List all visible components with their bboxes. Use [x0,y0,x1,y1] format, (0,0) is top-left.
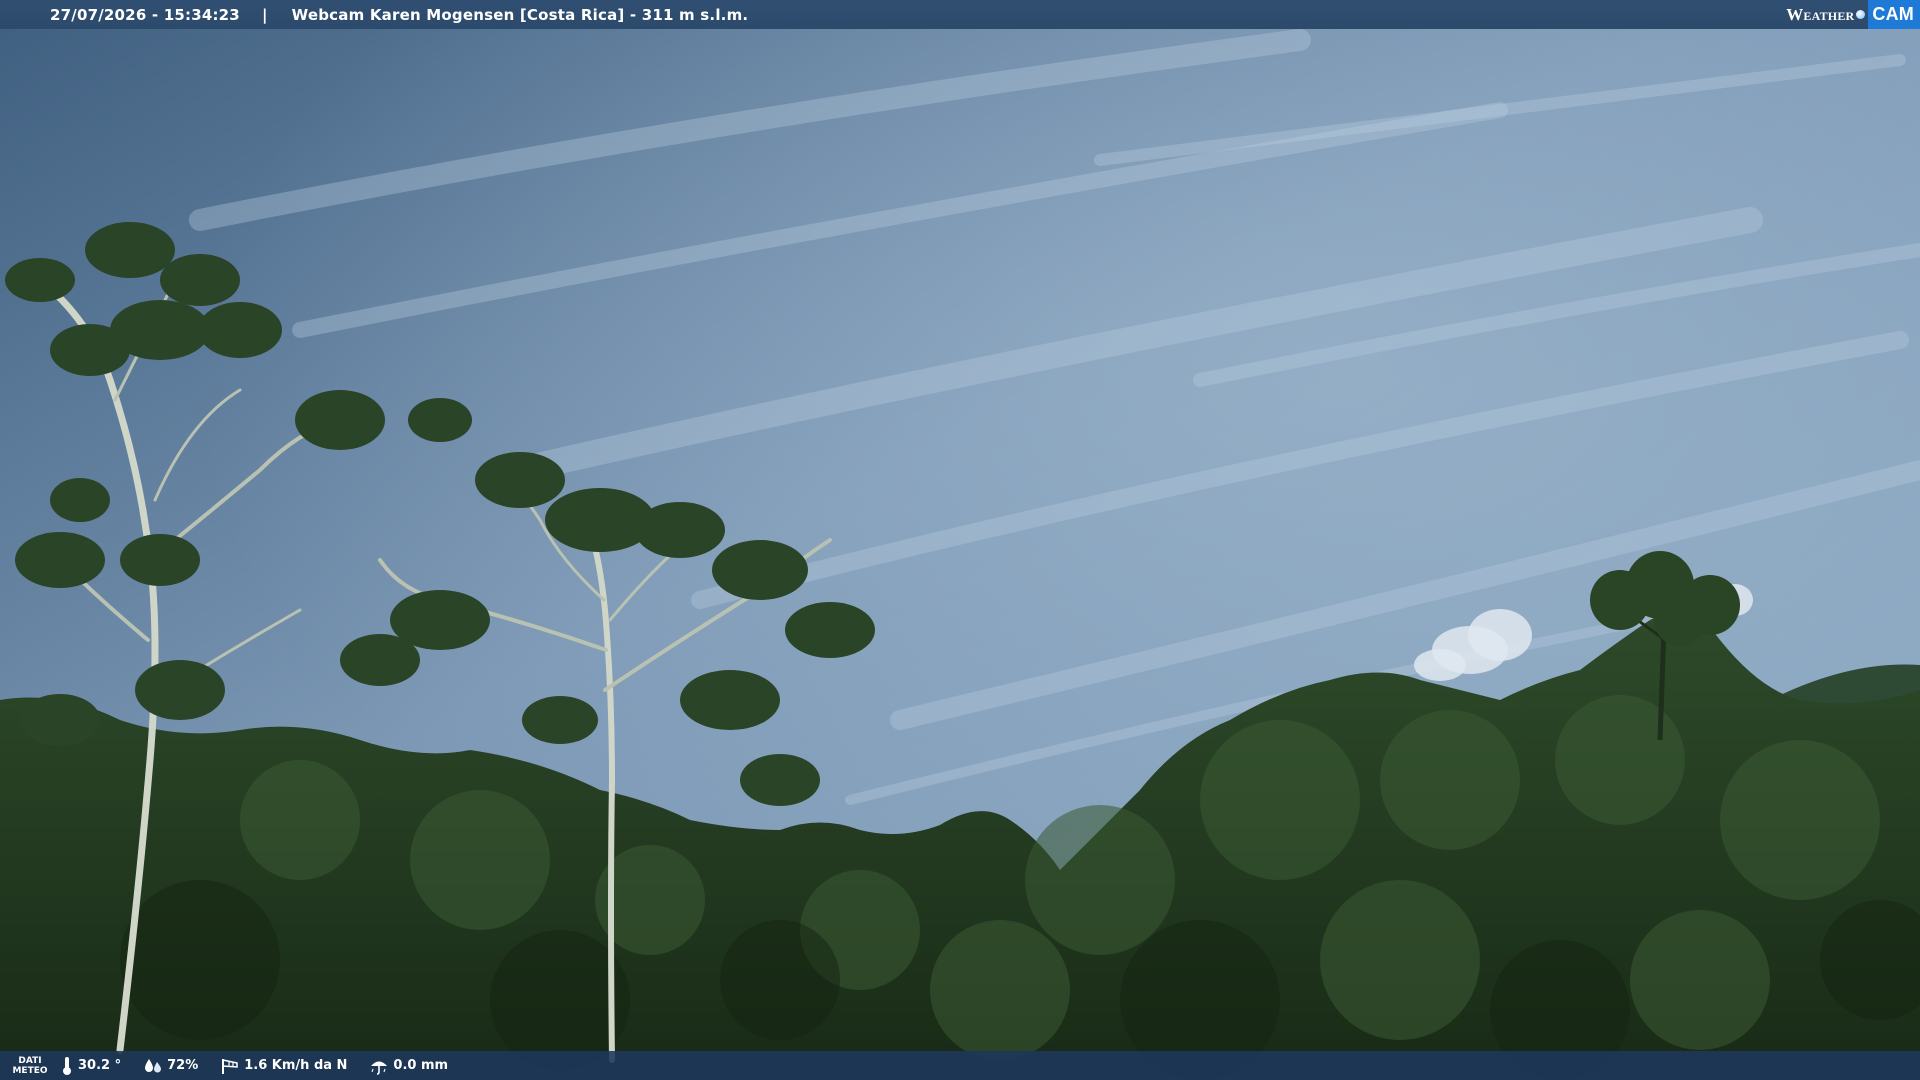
weather-data-label-line2: METEO [12,1065,48,1076]
header-bar: 27/07/2026 - 15:34:23 | Webcam Karen Mog… [0,0,1920,29]
weathercam-logo[interactable]: Weather CAM [1786,0,1920,29]
weather-data-label-line1: DATI [18,1055,42,1066]
temperature-value: 30.2 ° [78,1058,122,1073]
weather-data-bar: DATI METEO 30.2 ° 72% 1.6 Km/h da N 0.0 … [0,1051,1920,1080]
rain-umbrella-icon [371,1061,388,1075]
rain-value: 0.0 mm [393,1058,449,1073]
webcam-title: Webcam Karen Mogensen [Costa Rica] - 311… [291,5,749,24]
weather-data-label: DATI METEO [0,1056,60,1076]
humidity-value: 72% [167,1058,199,1073]
webcam-frame: 27/07/2026 - 15:34:23 | Webcam Karen Mog… [0,0,1920,1080]
wind-sock-icon [222,1058,238,1074]
humidity-drops-icon [145,1058,162,1072]
wind-readout: 1.6 Km/h da N [220,1057,347,1075]
temperature-readout: 30.2 ° [60,1056,121,1076]
datetime-label: 27/07/2026 - 15:34:23 [50,5,240,24]
rain-readout: 0.0 mm [369,1057,448,1075]
logo-text-weather: Weather [1786,4,1855,24]
webcam-image [0,0,1920,1080]
logo-text-cam: CAM [1868,0,1920,29]
wind-value: 1.6 Km/h da N [244,1058,348,1073]
thermometer-icon [63,1056,71,1075]
header-separator: | [261,5,268,24]
logo-globe-icon [1856,10,1866,19]
humidity-readout: 72% [143,1057,198,1075]
